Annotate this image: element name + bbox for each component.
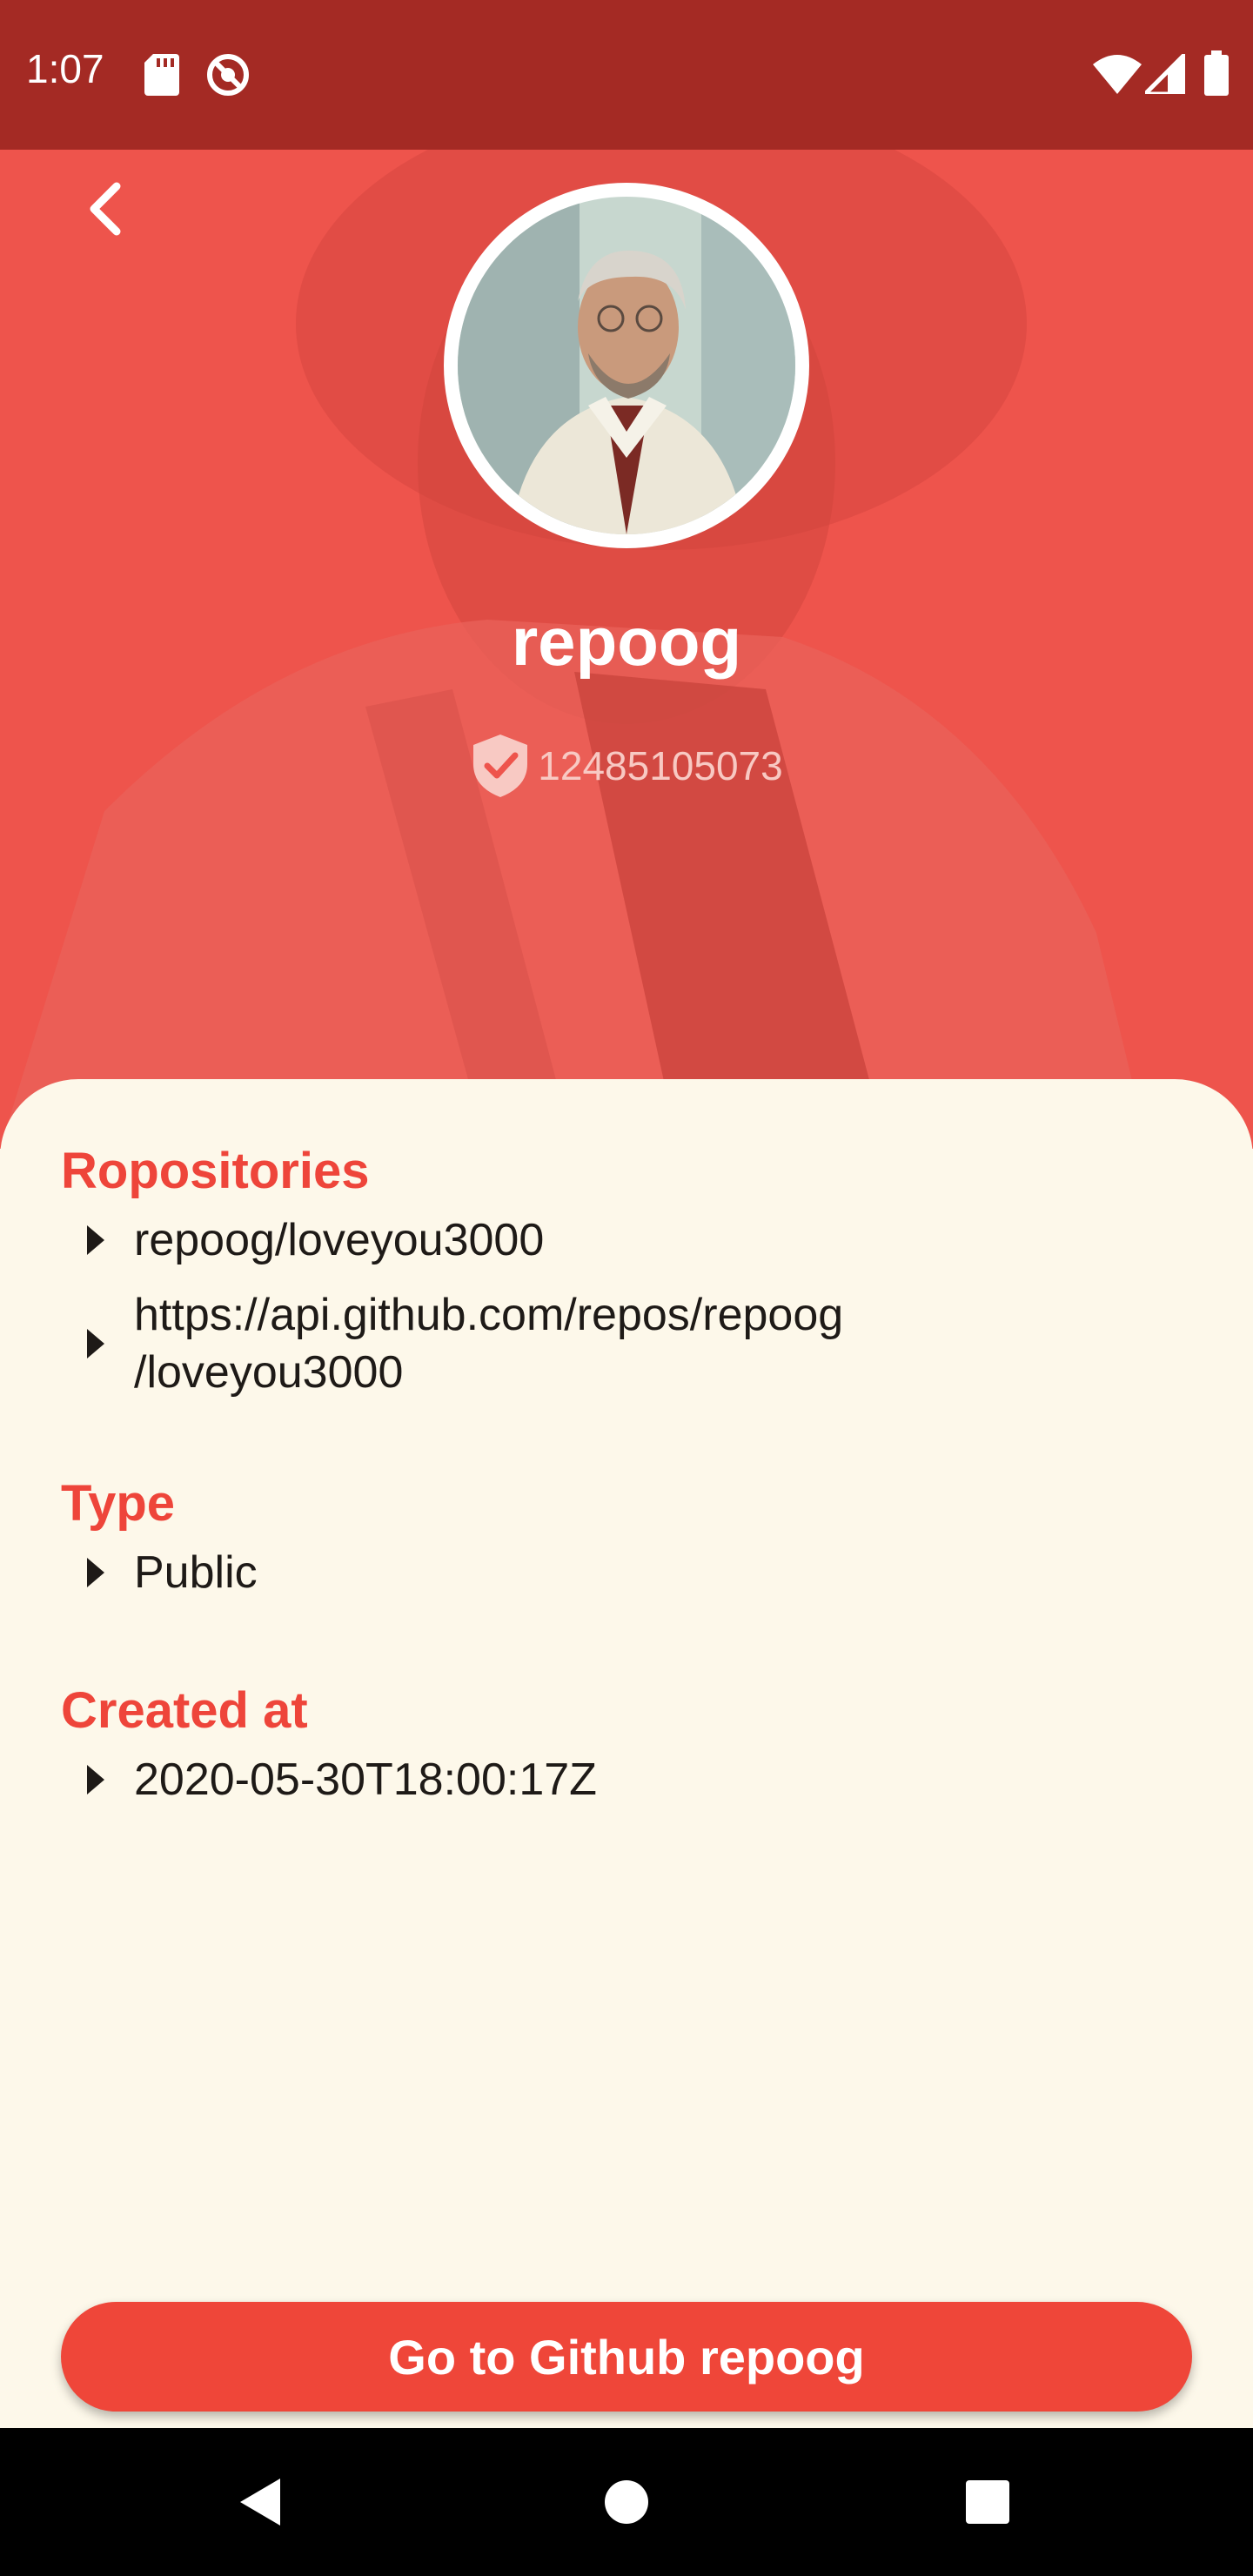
back-triangle-icon[interactable] <box>223 2463 301 2541</box>
home-circle-icon[interactable] <box>587 2463 666 2541</box>
recents-square-icon[interactable] <box>948 2463 1027 2541</box>
list-item-created-at: 2020-05-30T18:00:17Z <box>87 1751 597 1808</box>
details-card: Ropositories repoog/loveyou3000 https://… <box>0 1079 1253 2428</box>
caret-right-icon <box>87 1558 104 1587</box>
wifi-icon <box>1093 55 1142 94</box>
repo-url-line-1: https://api.github.com/repos/repoog <box>134 1290 844 1340</box>
status-time: 1:07 <box>26 46 104 91</box>
avatar <box>458 197 795 534</box>
repo-url: https://api.github.com/repos/repoog /lov… <box>134 1286 843 1401</box>
do-not-disturb-icon <box>207 54 249 96</box>
battery-icon <box>1204 50 1229 96</box>
avatar-ring <box>444 183 809 548</box>
profile-header: repoog 12485105073 <box>0 150 1253 1149</box>
section-title-repositories: Ropositories <box>61 1143 370 1199</box>
user-id-row: 12485105073 <box>0 731 1253 801</box>
caret-right-icon <box>87 1329 104 1358</box>
back-button[interactable] <box>68 171 144 247</box>
repo-url-line-2: /loveyou3000 <box>134 1347 404 1398</box>
repo-type: Public <box>134 1547 258 1598</box>
section-title-created-at: Created at <box>61 1682 308 1739</box>
section-title-type: Type <box>61 1475 176 1532</box>
list-item-repo-name: repoog/loveyou3000 <box>87 1211 544 1269</box>
verified-shield-icon <box>473 735 528 797</box>
go-to-github-button[interactable]: Go to Github repoog <box>61 2302 1192 2412</box>
navigation-bar <box>0 2428 1253 2576</box>
created-at-value: 2020-05-30T18:00:17Z <box>134 1754 597 1805</box>
list-item-repo-url: https://api.github.com/repos/repoog /lov… <box>87 1286 843 1401</box>
user-id: 12485105073 <box>538 743 783 788</box>
status-bar: 1:07 <box>0 0 1253 150</box>
repo-name: repoog/loveyou3000 <box>134 1215 545 1265</box>
sd-card-icon <box>144 54 179 96</box>
screen: 1:07 repoog 12485105073 Ropositories rep… <box>0 0 1253 2576</box>
caret-right-icon <box>87 1225 104 1255</box>
signal-icon <box>1145 54 1185 94</box>
caret-right-icon <box>87 1765 104 1794</box>
list-item-type: Public <box>87 1544 258 1601</box>
username: repoog <box>511 603 742 680</box>
